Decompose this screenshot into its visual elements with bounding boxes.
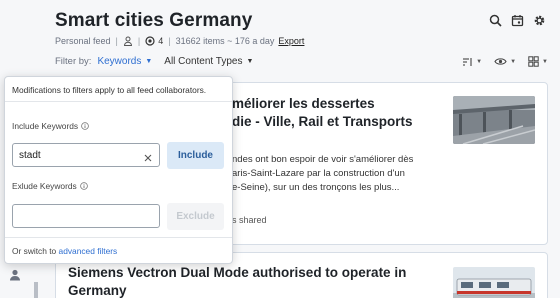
calendar-icon[interactable]	[511, 14, 524, 27]
collaborator-count: 4	[158, 36, 164, 46]
info-icon[interactable]	[79, 182, 88, 190]
article-shared-count: s shared	[232, 215, 267, 225]
article-thumbnail[interactable]	[453, 267, 535, 298]
exclude-keywords-label-text: Exlude Keywords	[12, 181, 77, 191]
search-icon[interactable]	[489, 14, 502, 27]
divider	[5, 237, 232, 238]
filter-bar: Filter by: Keywords ▼ All Content Types …	[55, 56, 253, 67]
article-thumbnail[interactable]	[453, 96, 535, 144]
eye-icon[interactable]: ▼	[494, 57, 516, 66]
feed-meta: Personal feed | | 4 | 31662 items ~ 176 …	[55, 36, 304, 46]
exclude-keywords-input[interactable]	[12, 204, 160, 228]
feed-stats: 31662 items ~ 176 a day	[175, 36, 275, 46]
person-icon	[123, 36, 133, 46]
gear-icon[interactable]	[533, 14, 546, 27]
chevron-down-icon: ▼	[246, 58, 254, 65]
footer-prefix: Or switch to	[12, 246, 57, 256]
advanced-filters-link[interactable]: advanced filters	[59, 246, 118, 256]
filter-prefix: Filter by:	[55, 56, 92, 67]
view-controls: ▼ ▼ ▼	[462, 56, 548, 67]
article-title[interactable]: Siemens Vectron Dual Mode authorised to …	[68, 264, 440, 298]
sort-icon[interactable]: ▼	[462, 57, 482, 67]
page-title: Smart cities Germany	[55, 10, 253, 31]
divider: |	[115, 36, 118, 46]
user-icon[interactable]	[8, 268, 22, 282]
feed-type: Personal feed	[55, 36, 111, 46]
chevron-down-icon: ▼	[145, 58, 153, 65]
include-keywords-label-text: Include Keywords	[12, 121, 79, 131]
divider: |	[168, 36, 171, 46]
collaborators-icon	[145, 36, 155, 46]
header-actions	[489, 14, 546, 27]
exclude-keywords-label: Exlude Keywords	[12, 181, 88, 191]
article-summary: ndes ont bon espoir de voir s'améliorer …	[232, 154, 414, 193]
grid-layout-icon[interactable]: ▼	[528, 56, 548, 67]
export-link[interactable]: Export	[278, 36, 304, 46]
include-keywords-label: Include Keywords	[12, 121, 89, 131]
include-button[interactable]: Include	[167, 142, 224, 169]
popover-footer: Or switch to advanced filters	[12, 246, 117, 256]
content-types-dropdown[interactable]: All Content Types	[164, 56, 242, 67]
divider: |	[137, 36, 141, 46]
article-title[interactable]: méliorer les dessertes die - Ville, Rail…	[232, 95, 432, 131]
popover-note: Modifications to filters apply to all fe…	[12, 85, 207, 95]
keywords-filter-dropdown[interactable]: Keywords	[97, 56, 141, 67]
rail-scroll-indicator	[34, 282, 38, 298]
divider	[5, 101, 232, 102]
clear-icon[interactable]	[143, 150, 153, 162]
keyword-filter-popover: Modifications to filters apply to all fe…	[4, 76, 233, 264]
info-icon[interactable]	[81, 122, 89, 130]
include-keywords-input[interactable]	[12, 143, 160, 167]
exclude-button[interactable]: Exclude	[167, 203, 224, 230]
